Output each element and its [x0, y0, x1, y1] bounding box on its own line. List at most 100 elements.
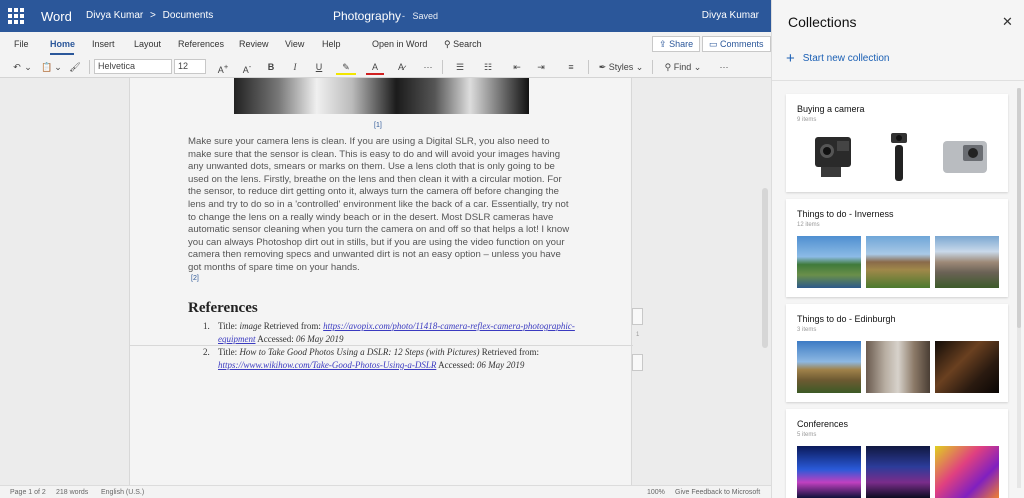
app-name[interactable]: Word: [41, 9, 72, 24]
audience-night-image: [866, 446, 930, 498]
highlight-icon[interactable]: ✎: [336, 59, 356, 75]
colorful-stage-image: [935, 446, 999, 498]
font-name-select[interactable]: Helvetica: [94, 59, 172, 74]
more-options-icon[interactable]: ···: [420, 59, 436, 75]
collection-title: Things to do - Edinburgh: [797, 314, 896, 324]
tab-references[interactable]: References: [178, 39, 224, 49]
divider: [652, 60, 653, 74]
comment-icon: ▭: [709, 39, 718, 49]
tab-review[interactable]: Review: [239, 39, 269, 49]
align-icon[interactable]: ≡: [560, 59, 582, 75]
scrollbar-thumb[interactable]: [762, 188, 768, 348]
ribbon-tabs: File Home Insert Layout References Revie…: [0, 32, 771, 56]
search-icon: ⚲: [444, 39, 451, 49]
white-camera-image: [943, 141, 987, 173]
collection-card[interactable]: Buying a camera 9 items: [786, 94, 1008, 192]
search-icon: ⚲: [664, 62, 672, 72]
document-title[interactable]: Photography: [333, 9, 401, 23]
body-paragraph[interactable]: Make sure your camera lens is clean. If …: [188, 136, 575, 275]
comment-marker[interactable]: [632, 308, 643, 325]
document-page[interactable]: [1] Make sure your camera lens is clean.…: [129, 78, 633, 485]
collection-card[interactable]: Things to do - Inverness 12 items: [786, 199, 1008, 297]
comments-button[interactable]: ▭ Comments: [702, 36, 771, 52]
document-canvas: [1] Make sure your camera lens is clean.…: [0, 78, 771, 485]
clear-formatting-icon[interactable]: A̷: [394, 59, 408, 75]
feedback-link[interactable]: Give Feedback to Microsoft: [675, 489, 760, 496]
edinburgh-castle-image: [797, 341, 861, 393]
reference-link[interactable]: https://www.wikihow.com/Take-Good-Photos…: [218, 360, 436, 370]
grow-font-icon[interactable]: A+: [216, 59, 230, 75]
bullets-icon[interactable]: ☰: [450, 59, 470, 75]
save-status: - Saved: [402, 11, 439, 21]
account-name[interactable]: Divya Kumar: [702, 10, 759, 21]
collection-title: Things to do - Inverness: [797, 209, 894, 219]
word-app: Word Divya Kumar > Documents Photography…: [0, 0, 771, 498]
font-color-icon[interactable]: A: [366, 59, 384, 75]
tab-file[interactable]: File: [14, 39, 29, 49]
comment-marker[interactable]: [632, 354, 643, 371]
night-street-image: [935, 341, 999, 393]
app-launcher-icon[interactable]: [8, 8, 24, 24]
tab-view[interactable]: View: [285, 39, 304, 49]
font-size-select[interactable]: 12: [174, 59, 206, 74]
action-camera-image: [815, 137, 851, 177]
scrollbar-thumb[interactable]: [1017, 88, 1021, 328]
page-number-marker: 1: [636, 332, 640, 338]
castle-hill-image: [866, 236, 930, 288]
decrease-indent-icon[interactable]: ⇤: [510, 59, 524, 75]
references-heading[interactable]: References: [188, 300, 258, 317]
collection-thumbnails: [797, 446, 999, 498]
styles-icon: ✒: [598, 62, 607, 72]
bold-icon[interactable]: B: [264, 59, 278, 75]
styles-button[interactable]: ✒ Styles ⌄: [596, 59, 646, 75]
open-in-word-button[interactable]: Open in Word: [372, 39, 427, 49]
royal-mile-street-image: [866, 341, 930, 393]
stage-blue-image: [797, 446, 861, 498]
underline-icon[interactable]: U: [312, 59, 326, 75]
collection-card[interactable]: Things to do - Edinburgh 3 items: [786, 304, 1008, 402]
panel-scrollbar[interactable]: [1017, 88, 1021, 488]
document-scrollbar[interactable]: [760, 78, 770, 485]
search-box[interactable]: ⚲ Search: [444, 39, 482, 50]
increase-indent-icon[interactable]: ⇥: [534, 59, 548, 75]
format-painter-icon[interactable]: 🖌: [68, 59, 82, 75]
collection-count: 12 items: [797, 222, 820, 228]
reference-item[interactable]: 2. Title: How to Take Good Photos Using …: [203, 346, 583, 371]
chevron-down-icon[interactable]: ⌄: [54, 59, 62, 75]
more-options-icon[interactable]: ···: [716, 59, 732, 75]
start-new-collection-button[interactable]: + Start new collection: [786, 50, 889, 67]
italic-icon[interactable]: I: [288, 59, 302, 75]
language[interactable]: English (U.S.): [101, 489, 144, 496]
zoom-level[interactable]: 100%: [647, 489, 665, 496]
collection-count: 3 items: [797, 327, 817, 333]
share-button[interactable]: ⇪ Share: [652, 36, 701, 52]
river-castle-image: [797, 236, 861, 288]
share-icon: ⇪: [659, 39, 667, 49]
chevron-down-icon[interactable]: ⌄: [24, 59, 32, 75]
divider: [442, 60, 443, 74]
citation-link[interactable]: [1]: [374, 122, 382, 129]
reference-item[interactable]: 1. Title: image Retrieved from: https://…: [203, 320, 583, 345]
tab-home[interactable]: Home: [50, 39, 75, 49]
close-icon[interactable]: ✕: [1002, 14, 1013, 30]
tab-insert[interactable]: Insert: [92, 39, 115, 49]
find-button[interactable]: ⚲ Find ⌄: [660, 59, 706, 75]
tab-help[interactable]: Help: [322, 39, 341, 49]
page-count: Page 1 of 2: [10, 489, 46, 496]
shrink-font-icon[interactable]: A-: [240, 59, 254, 75]
collection-card[interactable]: Conferences 5 items: [786, 409, 1008, 498]
tab-layout[interactable]: Layout: [134, 39, 161, 49]
undo-icon[interactable]: ↶: [10, 59, 24, 75]
piano-keys-image[interactable]: [234, 78, 529, 114]
breadcrumb-user[interactable]: Divya Kumar: [86, 10, 143, 21]
riverside-houses-image: [935, 236, 999, 288]
citation-link[interactable]: [2]: [191, 275, 199, 282]
breadcrumb: Divya Kumar > Documents: [86, 10, 217, 21]
breadcrumb-documents[interactable]: Documents: [163, 10, 214, 21]
numbering-icon[interactable]: ☷: [478, 59, 498, 75]
collections-panel: Collections ✕ + Start new collection Buyi…: [771, 0, 1024, 498]
clipboard-icon[interactable]: 📋: [40, 59, 54, 75]
active-tab-indicator: [50, 53, 74, 55]
collection-count: 9 items: [797, 117, 817, 123]
word-count: 218 words: [56, 489, 89, 496]
